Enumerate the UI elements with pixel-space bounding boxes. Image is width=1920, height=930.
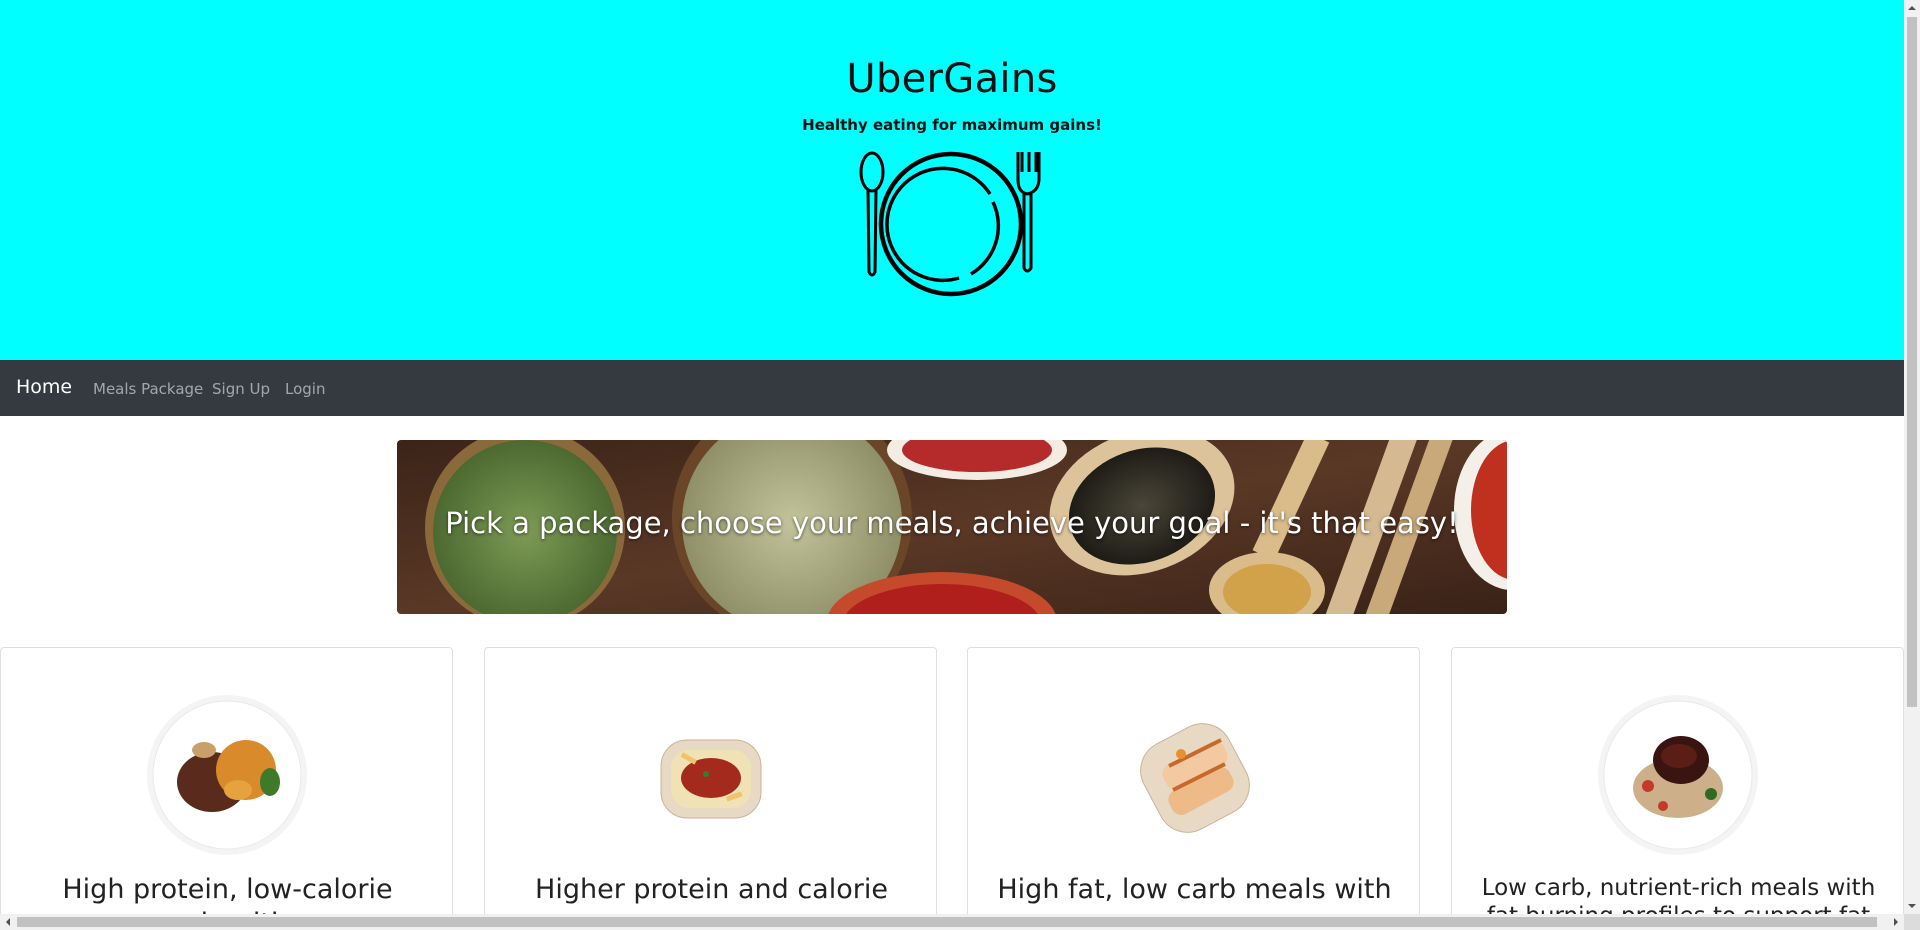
nav-link-login[interactable]: Login (285, 380, 325, 398)
card-title: High protein, low-calorie meals with... (62, 874, 393, 914)
scroll-right-arrow-icon[interactable] (1888, 914, 1904, 930)
site-title: UberGains (846, 56, 1058, 102)
grilled-wrap-container-photo (1140, 723, 1250, 833)
nav-brand-home[interactable]: Home (16, 376, 72, 398)
nav-link-meals-package[interactable]: Meals Package (93, 380, 203, 398)
card-title: Low carb, nutrient-rich meals with fat b… (1481, 875, 1876, 914)
penne-bolognese-container-photo (660, 739, 762, 819)
page-viewport: UberGains Healthy eating for maximum gai… (0, 0, 1904, 914)
scroll-down-arrow-icon[interactable] (1904, 898, 1920, 914)
banner-headline: Pick a package, choose your meals, achie… (445, 506, 1459, 540)
horizontal-scrollbar[interactable] (0, 914, 1904, 930)
nav-link-sign-up[interactable]: Sign Up (212, 380, 270, 398)
meal-package-card[interactable]: Higher protein and calorie (484, 647, 937, 914)
hero-header: UberGains Healthy eating for maximum gai… (0, 0, 1904, 360)
scroll-left-arrow-icon[interactable] (0, 914, 16, 930)
site-tagline: Healthy eating for maximum gains! (802, 116, 1102, 134)
card-title: Higher protein and calorie (535, 874, 888, 905)
plate-cutlery-icon (859, 151, 1041, 297)
vertical-scrollbar[interactable] (1904, 0, 1920, 914)
beef-sweet-potato-bowl-photo (147, 695, 307, 855)
card-title: High fat, low carb meals with (997, 874, 1392, 905)
scrollbar-corner (1904, 914, 1920, 930)
meal-package-card[interactable]: High protein, low-calorie meals with... (0, 647, 453, 914)
scroll-up-arrow-icon[interactable] (1904, 0, 1920, 16)
glazed-meat-grain-bowl-photo (1598, 695, 1758, 855)
meal-package-card[interactable]: High fat, low carb meals with (967, 647, 1420, 914)
meal-package-card[interactable]: Low carb, nutrient-rich meals with fat b… (1451, 647, 1904, 914)
horizontal-scrollbar-thumb[interactable] (17, 917, 1877, 927)
spices-banner: Pick a package, choose your meals, achie… (397, 440, 1507, 614)
main-navbar: Home Meals Package Sign Up Login (0, 360, 1904, 416)
vertical-scrollbar-thumb[interactable] (1907, 17, 1917, 707)
